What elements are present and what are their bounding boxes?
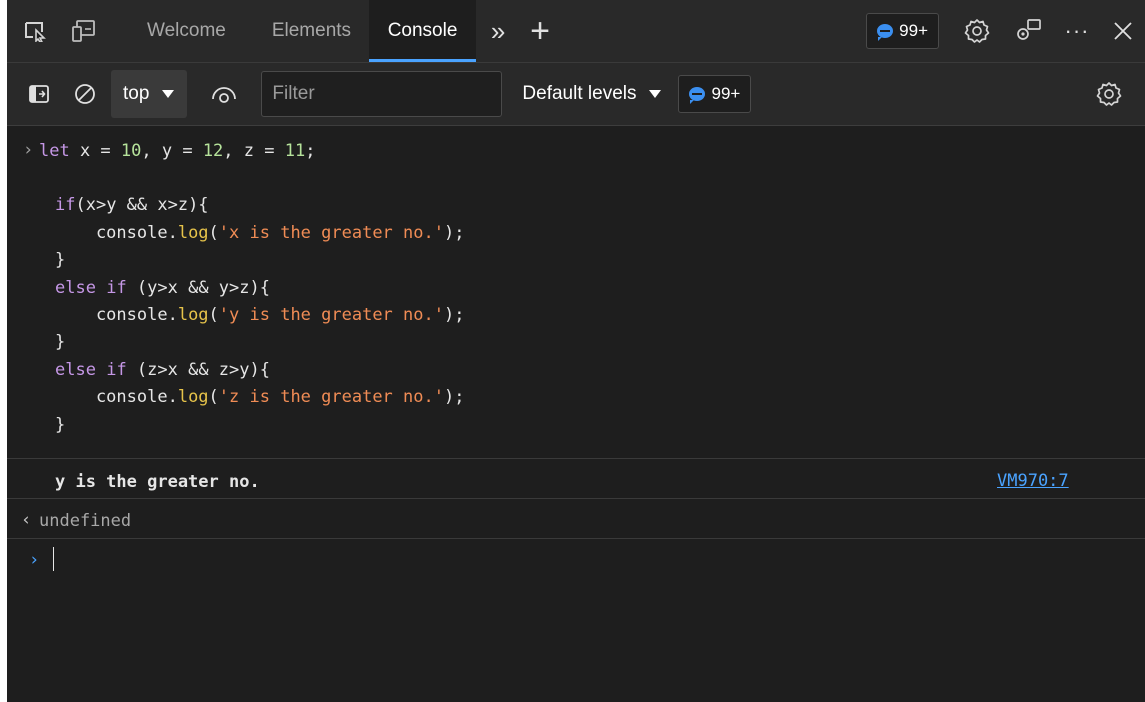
input-prompt-icon: › — [29, 550, 40, 570]
code-line: else if (z>x && z>y){ — [55, 359, 270, 380]
code-line: } — [55, 250, 66, 271]
issues-badge-count: 99+ — [899, 21, 928, 40]
settings-gear-icon[interactable] — [951, 0, 1003, 62]
issues-counter-label: 99+ — [711, 84, 741, 103]
divider — [7, 458, 1145, 459]
return-value: undefined — [39, 511, 132, 531]
inspect-element-icon[interactable] — [11, 0, 59, 62]
context-selector[interactable]: top — [111, 70, 188, 118]
devtools-tab-bar: Welcome Elements Console » + 99+ ··· — [7, 0, 1145, 62]
console-settings-gear-icon[interactable] — [1085, 63, 1133, 125]
tab-welcome[interactable]: Welcome — [129, 0, 244, 62]
message-icon — [689, 87, 706, 104]
more-tabs-icon[interactable]: » — [476, 0, 520, 62]
close-icon[interactable] — [1101, 0, 1145, 62]
filter-input[interactable] — [261, 71, 503, 117]
console-output[interactable]: › let x = 10, y = 12, z = 11; if(x>y && x… — [7, 126, 1145, 702]
new-tab-icon[interactable]: + — [520, 0, 560, 62]
context-selector-label: top — [123, 83, 150, 104]
devtools-window: Welcome Elements Console » + 99+ ··· top… — [7, 0, 1145, 702]
console-toolbar: top Default levels 99+ — [7, 62, 1145, 126]
code-line: } — [55, 414, 66, 435]
customize-icon[interactable] — [1003, 0, 1053, 62]
tab-elements[interactable]: Elements — [254, 0, 369, 62]
chevron-down-icon — [161, 89, 175, 99]
code-line: else if (y>x && y>z){ — [55, 277, 270, 298]
log-levels-label: Default levels — [522, 83, 637, 104]
code-line: } — [55, 332, 66, 353]
code-line: console.log('z is the greater no.'); — [55, 387, 465, 408]
code-line: console.log('y is the greater no.'); — [55, 305, 465, 325]
live-expression-eye-icon[interactable] — [187, 63, 261, 125]
code-line: if(x>y && x>z){ — [55, 195, 209, 216]
clear-console-icon[interactable] — [59, 63, 111, 125]
code-line: console.log('x is the greater no.'); — [55, 222, 465, 243]
divider — [7, 538, 1145, 539]
return-arrow-icon: ‹ — [21, 510, 32, 530]
sidebar-toggle-icon[interactable] — [19, 63, 59, 125]
message-icon — [877, 24, 894, 41]
text-cursor[interactable] — [53, 547, 54, 571]
tab-console[interactable]: Console — [369, 0, 477, 62]
chevron-down-icon — [648, 89, 662, 99]
more-options-icon[interactable]: ··· — [1053, 0, 1101, 62]
divider — [7, 498, 1145, 499]
log-message: y is the greater no. — [55, 472, 260, 492]
issues-counter[interactable]: 99+ — [678, 75, 752, 113]
input-prompt-icon: › — [23, 140, 34, 160]
device-emulation-icon[interactable] — [59, 0, 109, 62]
source-link[interactable]: VM970:7 — [997, 471, 1069, 491]
issues-badge[interactable]: 99+ — [866, 13, 939, 49]
log-levels-dropdown[interactable]: Default levels — [522, 83, 662, 105]
code-line: let x = 10, y = 12, z = 11; — [39, 141, 316, 161]
